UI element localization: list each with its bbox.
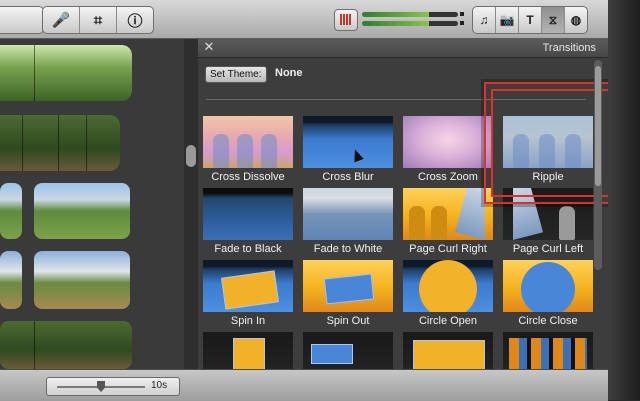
transition-tile[interactable]	[503, 332, 593, 369]
splitter-handle[interactable]	[186, 145, 196, 167]
transition-thumbnail	[303, 332, 393, 369]
transition-cross-zoom[interactable]: Cross Zoom	[403, 116, 493, 186]
zoom-knob[interactable]	[97, 381, 105, 392]
video-clip[interactable]	[34, 183, 130, 239]
transition-circle-close[interactable]: Circle Close	[503, 260, 593, 330]
transition-thumbnail	[203, 188, 293, 240]
mic-icon[interactable]: 🎤	[43, 7, 80, 33]
toolbar-cut-button[interactable]	[0, 7, 43, 33]
transition-thumbnail	[503, 260, 593, 312]
audio-waveform-icon	[340, 14, 351, 25]
pane-title: Transitions	[542, 42, 596, 54]
transition-fade-to-black[interactable]: Fade to Black	[203, 188, 293, 258]
video-clip[interactable]	[0, 45, 132, 101]
transition-label: Spin In	[230, 315, 266, 327]
crop-icon[interactable]: ⌗	[80, 7, 117, 33]
info-icon[interactable]: ⓘ	[117, 7, 153, 33]
video-clip[interactable]	[0, 115, 120, 171]
audio-level-bar-left	[362, 12, 458, 17]
window-edge	[608, 0, 640, 400]
transition-thumbnail	[303, 188, 393, 240]
transition-thumbnail	[303, 116, 393, 168]
transition-tile[interactable]	[303, 332, 393, 369]
transition-thumbnail	[203, 260, 293, 312]
close-icon[interactable]: ✕	[202, 40, 216, 54]
transition-tile[interactable]	[203, 332, 293, 369]
music-icon[interactable]: ♫	[473, 7, 496, 33]
video-clip[interactable]	[0, 251, 22, 309]
transition-thumbnail	[303, 260, 393, 312]
camera-icon[interactable]: 📷	[496, 7, 519, 33]
transition-page-curl-right[interactable]: Page Curl Right	[403, 188, 493, 258]
transitions-scrollbar[interactable]	[594, 60, 602, 270]
video-clip[interactable]	[0, 321, 132, 369]
video-clip[interactable]	[0, 183, 22, 239]
audio-adjust-button[interactable]	[334, 9, 358, 31]
scrollbar-thumb[interactable]	[595, 66, 601, 186]
globe-icon[interactable]: ◍	[565, 7, 587, 33]
transition-label: Cross Blur	[322, 171, 374, 183]
transition-cross-blur[interactable]: Cross Blur	[303, 116, 393, 186]
transition-label: Spin Out	[326, 315, 370, 327]
transitions-header: ✕ Transitions	[198, 39, 608, 58]
title-icon[interactable]: T	[519, 7, 542, 33]
bottom-bar: 10s	[0, 369, 608, 401]
transition-spin-out[interactable]: Spin Out	[303, 260, 393, 330]
transition-thumbnail	[403, 260, 493, 312]
zoom-label: 10s	[151, 380, 168, 391]
transition-label: Circle Open	[418, 315, 478, 327]
transitions-icon[interactable]: ⧖	[542, 7, 565, 33]
transition-cross-dissolve[interactable]: Cross Dissolve	[203, 116, 293, 186]
theme-value: None	[275, 67, 303, 79]
transition-label: Circle Close	[518, 315, 578, 327]
transition-spin-in[interactable]: Spin In	[203, 260, 293, 330]
transition-thumbnail	[203, 116, 293, 168]
transition-thumbnail	[203, 332, 293, 369]
transition-label: Page Curl Left	[512, 243, 584, 255]
toolbar-left-edge-group	[0, 6, 44, 34]
transition-thumbnail	[403, 188, 493, 240]
video-clip[interactable]	[34, 251, 130, 309]
audio-level-bar-right	[362, 21, 458, 26]
transition-label: Page Curl Right	[409, 243, 487, 255]
audio-level-dots	[460, 12, 464, 30]
set-theme-button[interactable]: Set Theme:	[205, 66, 267, 83]
audio-level-meter	[362, 12, 458, 26]
toolbar: 🎤 ⌗ ⓘ ♫ 📷 T ⧖ ◍	[0, 0, 640, 39]
event-browser	[0, 39, 184, 369]
transition-thumbnail	[403, 332, 493, 369]
transition-tile[interactable]	[403, 332, 493, 369]
transition-label: Fade to White	[313, 243, 383, 255]
transition-label: Fade to Black	[214, 243, 282, 255]
toolbar-tools-group: 🎤 ⌗ ⓘ	[42, 6, 154, 34]
transition-thumbnail	[503, 332, 593, 369]
transition-circle-open[interactable]: Circle Open	[403, 260, 493, 330]
transition-fade-to-white[interactable]: Fade to White	[303, 188, 393, 258]
browser-buttons-group: ♫ 📷 T ⧖ ◍	[472, 6, 588, 34]
transition-label: Cross Dissolve	[211, 171, 285, 183]
zoom-slider[interactable]: 10s	[46, 377, 180, 396]
transition-thumbnail	[403, 116, 493, 168]
